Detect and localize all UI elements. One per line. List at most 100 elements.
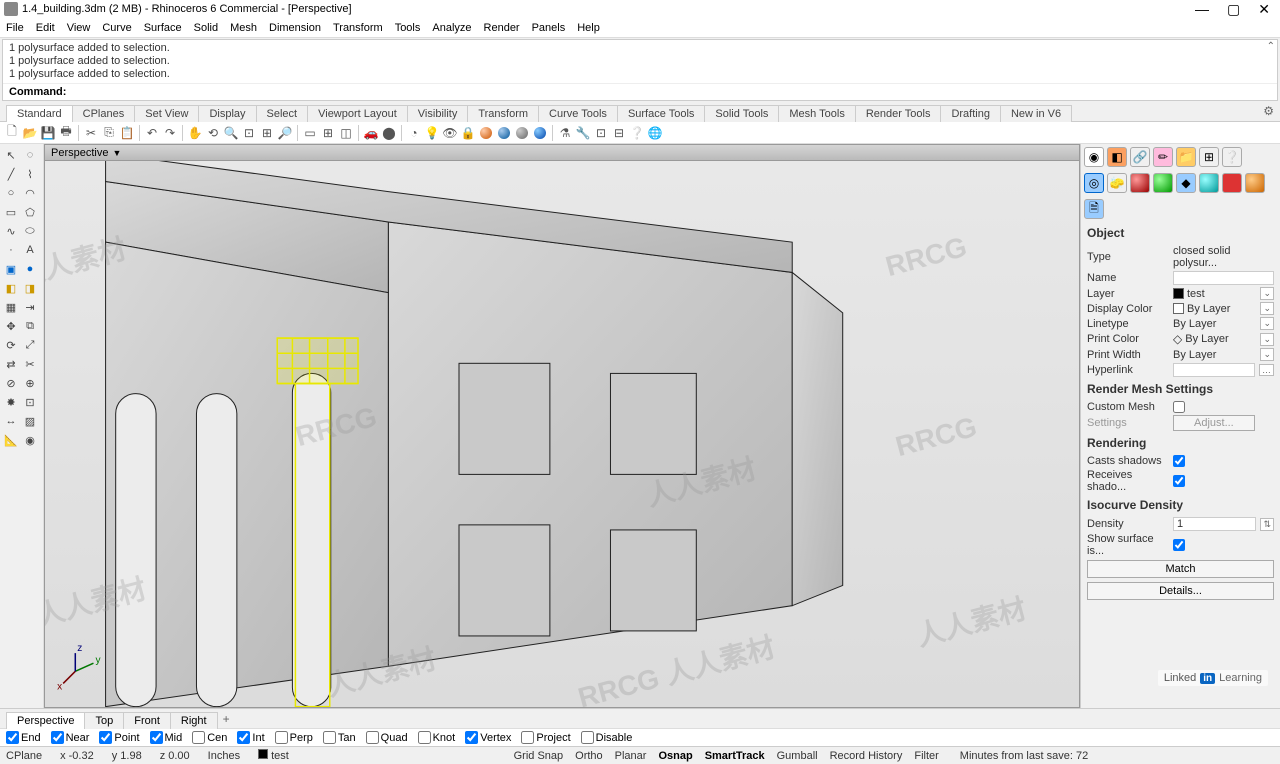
tab-surface-tools[interactable]: Surface Tools <box>617 105 705 122</box>
render-icon[interactable]: ⬤ <box>381 125 397 141</box>
osnap-point[interactable]: Point <box>99 731 139 744</box>
copy-icon2[interactable]: ⧉ <box>21 317 39 335</box>
sphere3-icon[interactable] <box>514 125 530 141</box>
extrude-icon[interactable]: ⇥ <box>21 298 39 316</box>
orange-sphere-icon[interactable] <box>1245 173 1265 193</box>
red-sphere-icon[interactable] <box>1130 173 1150 193</box>
tab-new-in-v6[interactable]: New in V6 <box>1000 105 1072 122</box>
menu-analyze[interactable]: Analyze <box>432 22 471 34</box>
eraser-tab-icon[interactable]: ✏ <box>1153 147 1173 167</box>
options-icon[interactable]: ⚗ <box>557 125 573 141</box>
minimize-button[interactable]: — <box>1195 1 1209 18</box>
maximize-button[interactable]: ▢ <box>1227 1 1240 18</box>
viewport-icon[interactable]: ⊞ <box>320 125 336 141</box>
red-box-icon[interactable] <box>1222 173 1242 193</box>
viewtab-perspective[interactable]: Perspective <box>6 712 85 729</box>
pan-icon[interactable]: ✋ <box>187 125 203 141</box>
print-icon[interactable]: 🖶 <box>58 125 74 141</box>
hyperlink-more-icon[interactable]: … <box>1259 364 1274 376</box>
sphere2-icon[interactable] <box>496 125 512 141</box>
help-icon[interactable]: ❔ <box>629 125 645 141</box>
hide-icon[interactable]: 👁 <box>442 125 458 141</box>
menu-surface[interactable]: Surface <box>144 22 182 34</box>
tab-display[interactable]: Display <box>198 105 256 122</box>
name-value[interactable] <box>1173 271 1274 285</box>
circle-icon[interactable]: ○ <box>2 184 20 202</box>
displaycolor-dropdown-icon[interactable]: ⌄ <box>1260 302 1274 315</box>
viewtab-front[interactable]: Front <box>123 712 171 729</box>
menu-curve[interactable]: Curve <box>102 22 131 34</box>
lasso-icon[interactable]: ◌ <box>21 146 39 164</box>
receives-checkbox[interactable] <box>1173 475 1185 487</box>
tab-set-view[interactable]: Set View <box>134 105 199 122</box>
status-smarttrack[interactable]: SmartTrack <box>702 750 768 762</box>
help-tab-icon[interactable]: ❔ <box>1222 147 1242 167</box>
extra2-icon[interactable]: ⊟ <box>611 125 627 141</box>
gear-icon[interactable]: ⚙ <box>1263 104 1274 118</box>
render2-icon[interactable]: ◉ <box>21 431 39 449</box>
arc-icon[interactable]: ◠ <box>21 184 39 202</box>
menu-render[interactable]: Render <box>484 22 520 34</box>
undo-icon[interactable]: ↶ <box>144 125 160 141</box>
tab-visibility[interactable]: Visibility <box>407 105 469 122</box>
osnap-int[interactable]: Int <box>237 731 264 744</box>
menu-help[interactable]: Help <box>577 22 600 34</box>
open-icon[interactable]: 📂 <box>22 125 38 141</box>
command-input[interactable] <box>70 86 1271 98</box>
scale-icon[interactable]: ⤢ <box>21 336 39 354</box>
menu-mesh[interactable]: Mesh <box>230 22 257 34</box>
adjust-button[interactable]: Adjust... <box>1173 415 1255 431</box>
properties-icon[interactable]: 🔧 <box>575 125 591 141</box>
close-button[interactable]: ✕ <box>1258 1 1270 18</box>
polygon-icon[interactable]: ⬠ <box>21 203 39 221</box>
eraser2-icon[interactable]: 🧽 <box>1107 173 1127 193</box>
layers-tab-icon[interactable]: ◧ <box>1107 147 1127 167</box>
osnap-vertex-checkbox[interactable] <box>465 731 478 744</box>
menu-panels[interactable]: Panels <box>532 22 566 34</box>
tab-render-tools[interactable]: Render Tools <box>855 105 942 122</box>
status-planar[interactable]: Planar <box>612 750 650 762</box>
tab-mesh-tools[interactable]: Mesh Tools <box>778 105 855 122</box>
printwidth-dropdown-icon[interactable]: ⌄ <box>1260 348 1274 361</box>
tab-standard[interactable]: Standard <box>6 105 73 122</box>
mirror-icon[interactable]: ⇄ <box>2 355 20 373</box>
osnap-quad[interactable]: Quad <box>366 731 408 744</box>
status-ortho[interactable]: Ortho <box>572 750 606 762</box>
shade-icon[interactable]: 🚗 <box>363 125 379 141</box>
linetype-dropdown-icon[interactable]: ⌄ <box>1260 317 1274 330</box>
folder-tab-icon[interactable]: 📁 <box>1176 147 1196 167</box>
scroll-up-icon[interactable]: ⌃ <box>1267 40 1275 53</box>
split-icon[interactable]: ⊘ <box>2 374 20 392</box>
explode-icon[interactable]: ✸ <box>2 393 20 411</box>
viewport-title-bar[interactable]: Perspective ▼ <box>45 145 1079 161</box>
hyperlink-value[interactable] <box>1173 363 1255 377</box>
group-icon[interactable]: ⊡ <box>21 393 39 411</box>
extra-panel-icon[interactable]: 🗎 <box>1084 199 1104 219</box>
layer-value[interactable]: test <box>1173 288 1256 300</box>
tab-curve-tools[interactable]: Curve Tools <box>538 105 618 122</box>
osnap-end-checkbox[interactable] <box>6 731 19 744</box>
copy-icon[interactable]: ⎘ <box>101 125 117 141</box>
properties-tab-icon[interactable]: ◉ <box>1084 147 1104 167</box>
add-viewport-tab[interactable]: + <box>217 710 236 728</box>
osnap-cen-checkbox[interactable] <box>192 731 205 744</box>
analyze-icon[interactable]: 📐 <box>2 431 20 449</box>
osnap-perp[interactable]: Perp <box>275 731 313 744</box>
cyan-sphere-icon[interactable] <box>1199 173 1219 193</box>
status-layer[interactable]: test <box>258 749 289 762</box>
osnap-knot-checkbox[interactable] <box>418 731 431 744</box>
tab-viewport-layout[interactable]: Viewport Layout <box>307 105 408 122</box>
status-osnap[interactable]: Osnap <box>655 750 695 762</box>
rotate-icon2[interactable]: ⟳ <box>2 336 20 354</box>
pointer-icon[interactable]: ↖ <box>2 146 20 164</box>
showsurface-checkbox[interactable] <box>1173 539 1185 551</box>
osnap-point-checkbox[interactable] <box>99 731 112 744</box>
printcolor-value[interactable]: ◇By Layer <box>1173 332 1256 346</box>
rect-icon[interactable]: ▭ <box>2 203 20 221</box>
osnap-project[interactable]: Project <box>521 731 570 744</box>
dim-icon[interactable]: ↔ <box>2 412 20 430</box>
box-icon[interactable]: ▣ <box>2 260 20 278</box>
diamond-icon[interactable]: ◆ <box>1176 173 1196 193</box>
solid-icon[interactable]: ◨ <box>21 279 39 297</box>
join-icon[interactable]: ⊕ <box>21 374 39 392</box>
